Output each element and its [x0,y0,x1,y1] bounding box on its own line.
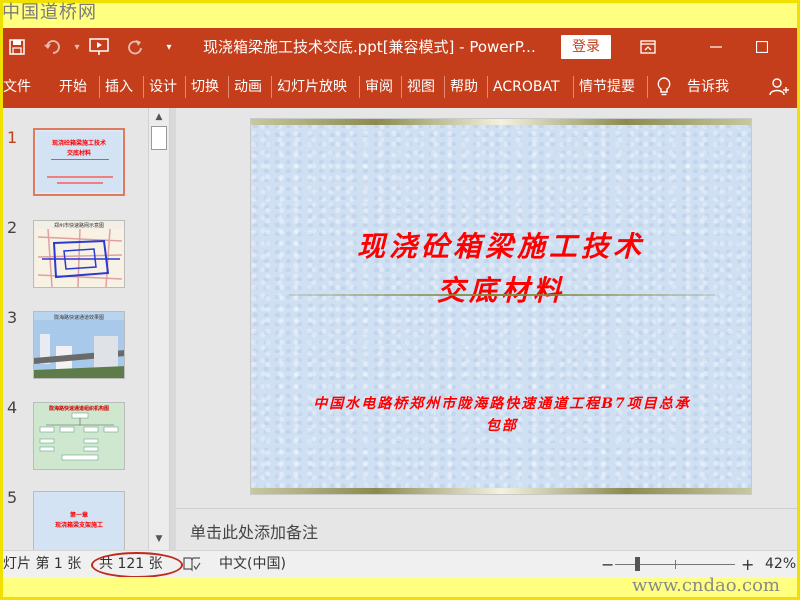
tab-separator [143,76,144,98]
share-person-icon[interactable] [769,66,791,108]
slide-number: 4 [7,398,18,417]
notes-pane[interactable]: 单击此处添加备注 [176,508,797,550]
zoom-in-button[interactable]: + [741,551,754,578]
tab-design[interactable]: 设计 [149,66,177,108]
tab-file[interactable]: 文件 [3,66,31,108]
slide-number: 5 [7,488,18,507]
thumbnail-background: 现浇砼箱梁施工技术 交底材料 [37,132,121,192]
scroll-up-arrow-icon[interactable]: ▲ [152,110,166,124]
tell-me-search[interactable]: 告诉我 [687,66,729,108]
thumbnail-rule [51,159,109,160]
tab-separator [444,76,445,98]
scroll-down-arrow-icon[interactable]: ▼ [152,532,166,546]
tab-separator [99,76,100,98]
main-workspace: 1 现浇砼箱梁施工技术 交底材料 2 郑州市快速路网示意图 3 陇海路快速通道效… [3,108,797,550]
slide-number: 2 [7,218,18,237]
tab-separator [401,76,402,98]
slide-title-line-2: 交底材料 [436,274,565,307]
slide-thumbnail-pane[interactable]: 1 现浇砼箱梁施工技术 交底材料 2 郑州市快速路网示意图 3 陇海路快速通道效… [3,108,148,550]
slide-divider-line [289,294,715,296]
zoom-slider-center-tick [675,560,676,569]
thumbnail-subtitle-line [47,176,113,178]
thumbnail-title: 第一章 [69,512,88,519]
tab-separator [271,76,272,98]
slide-bottom-band [251,488,751,494]
spelling-check-icon[interactable] [183,551,201,578]
scrollbar-thumb[interactable] [151,126,167,150]
tab-animations[interactable]: 动画 [234,66,262,108]
zoom-out-button[interactable]: − [601,551,614,578]
zoom-slider-thumb[interactable] [635,557,640,571]
thumbnail-background: 第一章 现浇箱梁支架施工 [34,492,124,550]
org-chart-thumbnail [39,412,119,461]
thumbnail-title: 现浇砼箱梁施工技术 [51,140,106,147]
login-button[interactable]: 登录 [561,35,611,59]
title-bar: ▾ ▾ 现浇箱梁施工技术交底.ppt[兼容模式] - PowerP... 登录 [3,28,797,66]
slide-top-band [251,119,751,125]
window-title: 现浇箱梁施工技术交底.ppt[兼容模式] - PowerP... [203,38,536,56]
slide-thumbnail-4[interactable]: 陇海路快速通道组织机构图 [33,402,125,470]
rendering-photo-thumbnail [34,320,124,378]
slide-position: 灯片 第 1 张 [3,556,82,572]
road-map-thumbnail [36,229,124,287]
tab-review[interactable]: 审阅 [365,66,393,108]
tab-view[interactable]: 视图 [407,66,435,108]
tab-home[interactable]: 开始 [59,66,87,108]
customize-toolbar-icon[interactable]: ▾ [155,28,183,66]
redo-icon[interactable] [121,28,149,66]
slide-number: 1 [7,128,18,147]
tab-separator [647,76,648,98]
language-indicator[interactable]: 中文(中国) [219,551,286,578]
thumbnail-title: 现浇箱梁支架施工 [54,522,103,529]
tab-separator [573,76,574,98]
highlight-oval [91,552,183,578]
tab-separator [185,76,186,98]
slide-thumbnail-1[interactable]: 现浇砼箱梁施工技术 交底材料 [33,128,125,196]
thumbnail-subtitle-line [57,182,103,184]
slide-subtitle: 中国水电路桥郑州市陇海路快速通道工程B7项目总承包部 [313,396,691,434]
slide-thumbnail-3[interactable]: 陇海路快速通道效果图 [33,311,125,379]
watermark-bottom: www.cndao.com [632,575,780,596]
start-slideshow-icon[interactable] [85,28,113,66]
tab-storyboarding[interactable]: 情节提要 [579,66,635,108]
thumbnail-title: 郑州市快速路网示意图 [53,223,104,229]
ribbon-display-options-icon[interactable] [625,28,671,66]
tab-insert[interactable]: 插入 [105,66,133,108]
notes-placeholder[interactable]: 单击此处添加备注 [190,519,318,543]
slide-thumbnail-2[interactable]: 郑州市快速路网示意图 [33,220,125,288]
status-bar: 灯片 第 1 张 共 121 张 中文(中国) − + 42% [3,550,797,578]
lightbulb-icon[interactable] [657,66,671,108]
thumbnail-title: 交底材料 [66,150,91,157]
tab-separator [228,76,229,98]
tab-separator [359,76,360,98]
tab-help[interactable]: 帮助 [450,66,478,108]
slide-number: 3 [7,308,18,327]
tab-separator [487,76,488,98]
tab-acrobat[interactable]: ACROBAT [493,66,560,108]
thumbnail-scrollbar[interactable]: ▲ ▼ [148,108,170,550]
watermark-top: 中国道桥网 [2,2,97,23]
slide-thumbnail-5[interactable]: 第一章 现浇箱梁支架施工 [33,491,125,550]
slide-editor: 现浇砼箱梁施工技术 交底材料 中国水电路桥郑州市陇海路快速通道工程B7项目总承包… [176,108,797,508]
minimize-icon[interactable] [693,28,739,66]
tab-transitions[interactable]: 切换 [191,66,219,108]
ribbon-tab-bar: 文件 开始 插入 设计 切换 动画 幻灯片放映 审阅 视图 帮助 ACROBAT… [3,66,797,108]
zoom-level[interactable]: 42% [765,551,796,578]
tab-slideshow[interactable]: 幻灯片放映 [277,66,347,108]
maximize-icon[interactable] [739,28,785,66]
current-slide[interactable]: 现浇砼箱梁施工技术 交底材料 中国水电路桥郑州市陇海路快速通道工程B7项目总承包… [250,118,752,495]
slide-title-line-1: 现浇砼箱梁施工技术 [356,230,645,263]
save-icon[interactable] [3,28,31,66]
